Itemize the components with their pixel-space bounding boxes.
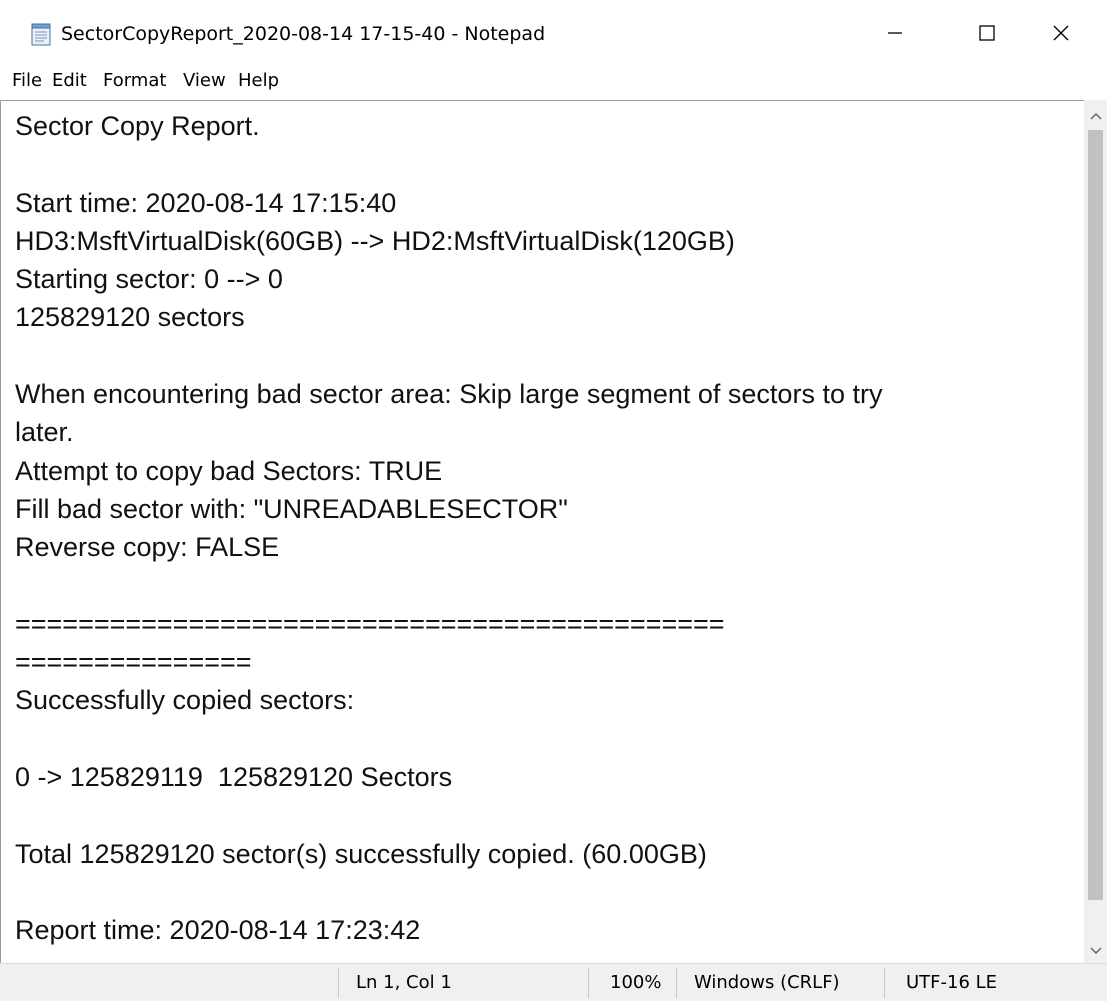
status-divider	[676, 968, 677, 998]
status-divider	[588, 968, 589, 998]
window-title: SectorCopyReport_2020-08-14 17-15-40 - N…	[61, 23, 546, 45]
text-line: Total 125829120 sector(s) successfully c…	[15, 838, 707, 869]
minimize-icon	[886, 24, 904, 42]
text-editor[interactable]: Sector Copy Report. Start time: 2020-08-1…	[0, 100, 1107, 963]
text-line	[15, 145, 1075, 183]
scroll-up-button[interactable]	[1084, 102, 1107, 126]
status-divider	[884, 968, 885, 998]
menu-bar: File Edit Format View Help	[0, 66, 1107, 98]
text-line: Start time: 2020-08-14 17:15:40	[15, 187, 397, 218]
text-line	[15, 567, 1075, 605]
maximize-icon	[978, 24, 996, 42]
text-line: later.	[15, 417, 74, 448]
text-line: Sector Copy Report.	[15, 111, 260, 141]
minimize-button[interactable]	[849, 0, 941, 66]
title-bar[interactable]: SectorCopyReport_2020-08-14 17-15-40 - N…	[0, 0, 1107, 66]
notepad-window: SectorCopyReport_2020-08-14 17-15-40 - N…	[0, 0, 1107, 1001]
zoom-level: 100%	[610, 972, 662, 993]
text-encoding: UTF-16 LE	[906, 972, 998, 993]
text-line: 0 -> 125829119 125829120 Sectors	[15, 762, 453, 793]
vertical-scrollbar[interactable]	[1084, 100, 1107, 963]
text-line: Report time: 2020-08-14 17:23:42	[15, 915, 421, 946]
text-line: When encountering bad sector area: Skip …	[15, 379, 883, 410]
document-text[interactable]: Sector Copy Report. Start time: 2020-08-1…	[15, 107, 1075, 961]
text-line: Successfully copied sectors:	[15, 685, 355, 716]
text-line	[15, 337, 1075, 375]
text-line	[15, 796, 1075, 834]
text-line: Reverse copy: FALSE	[15, 532, 280, 563]
text-line: HD3:MsftVirtualDisk(60GB) --> HD2:MsftVi…	[15, 225, 735, 256]
text-line	[15, 873, 1075, 911]
menu-view[interactable]: View	[181, 69, 228, 93]
scroll-up-arrow-icon	[1090, 105, 1102, 124]
close-icon	[1052, 24, 1070, 42]
text-line: ========================================…	[15, 608, 725, 639]
notepad-icon[interactable]	[30, 22, 52, 46]
text-line: 125829120 sectors	[15, 302, 245, 333]
close-button[interactable]	[1015, 0, 1107, 66]
menu-help[interactable]: Help	[236, 69, 281, 93]
text-line: ===============	[15, 647, 252, 678]
text-line	[15, 720, 1075, 758]
scroll-down-button[interactable]	[1084, 937, 1107, 961]
status-bar: Ln 1, Col 1 100% Windows (CRLF) UTF-16 L…	[0, 963, 1107, 1001]
menu-format[interactable]: Format	[101, 69, 168, 93]
text-line: Starting sector: 0 --> 0	[15, 264, 283, 295]
menu-edit[interactable]: Edit	[50, 69, 89, 93]
scroll-down-arrow-icon	[1090, 940, 1102, 959]
status-divider	[338, 968, 339, 998]
text-line: Attempt to copy bad Sectors: TRUE	[15, 455, 443, 486]
line-ending: Windows (CRLF)	[694, 972, 840, 993]
text-line: Fill bad sector with: "UNREADABLESECTOR"	[15, 493, 568, 524]
cursor-position: Ln 1, Col 1	[356, 972, 452, 993]
scrollbar-thumb[interactable]	[1088, 130, 1103, 900]
menu-file[interactable]: File	[10, 69, 44, 93]
